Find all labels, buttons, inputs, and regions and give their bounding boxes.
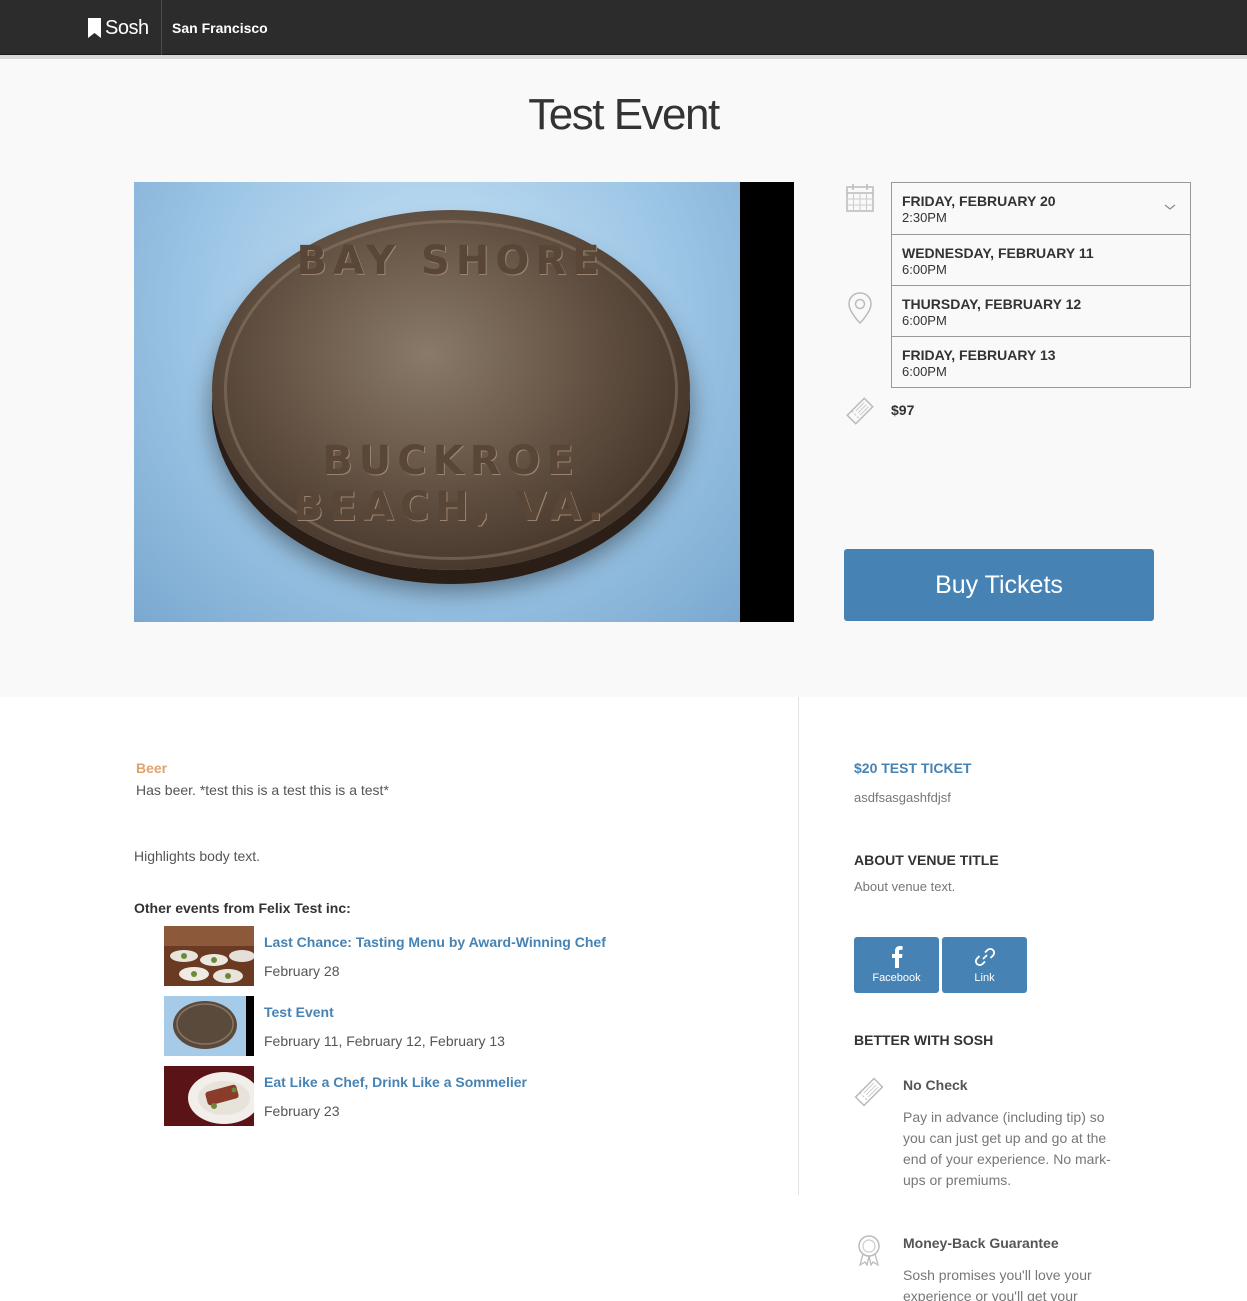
highlight-tag-text: Has beer. *test this is a test this is a… [136,782,389,798]
share-facebook-button[interactable]: Facebook [854,937,939,993]
date-day: WEDNESDAY, FEBRUARY 11 [902,245,1094,261]
bookmark-icon [88,18,101,38]
event-link[interactable]: Last Chance: Tasting Menu by Award-Winni… [264,934,606,950]
venue-title: ABOUT VENUE TITLE [854,852,999,868]
perk-text: Sosh promises you'll love your experienc… [903,1267,1092,1301]
coin-text-top: BAY SHORE [296,238,606,284]
date-time: 6:00PM [902,262,947,277]
date-selector[interactable]: FRIDAY, FEBRUARY 20 2:30PM WEDNESDAY, FE… [891,182,1191,388]
event-date: February 11, February 12, February 13 [264,1033,505,1049]
better-with-sosh-heading: BETTER WITH SOSH [854,1032,994,1048]
event-date: February 23 [264,1103,340,1119]
facebook-icon [891,946,903,968]
ticket-price: $97 [891,402,915,418]
date-option-selected[interactable]: FRIDAY, FEBRUARY 20 2:30PM [892,183,1190,234]
column-divider [798,697,799,1195]
coin-text-bottom: BUCKROE BEACH, VA. [293,438,609,530]
venue-text: About venue text. [854,879,956,894]
list-item[interactable]: Eat Like a Chef, Drink Like a Sommelier … [164,1066,684,1126]
event-thumbnail[interactable] [164,1066,254,1126]
event-link[interactable]: Eat Like a Chef, Drink Like a Sommelier [264,1074,527,1090]
event-date: February 28 [264,963,340,979]
date-option[interactable]: THURSDAY, FEBRUARY 12 6:00PM [892,285,1190,336]
date-time: 6:00PM [902,313,947,328]
perk-title: No Check [903,1077,968,1093]
sosh-logo[interactable]: Sosh [88,16,149,40]
date-day: THURSDAY, FEBRUARY 12 [902,296,1082,312]
date-option[interactable]: WEDNESDAY, FEBRUARY 11 6:00PM [892,234,1190,285]
date-day: FRIDAY, FEBRUARY 13 [902,347,1056,363]
calendar-icon [846,184,874,212]
share-link-button[interactable]: Link [942,937,1027,993]
list-item[interactable]: Last Chance: Tasting Menu by Award-Winni… [164,926,684,986]
ticket-icon [853,1076,885,1113]
ticket-icon [845,396,875,426]
share-facebook-label: Facebook [872,972,921,984]
highlights-body: Highlights body text. [134,848,261,864]
date-time: 6:00PM [902,364,947,379]
highlight-tag-beer: Beer [136,760,168,776]
coin-image: BAY SHORE BUCKROE BEACH, VA. [212,210,690,570]
logo-text: Sosh [105,16,149,39]
event-thumbnail[interactable] [164,926,254,986]
chevron-down-icon[interactable] [1164,203,1176,211]
list-item[interactable]: Test Event February 11, February 12, Feb… [164,996,684,1056]
ticket-type-description: asdfsasgashfdjsf [854,790,951,805]
page-title: Test Event [528,90,720,139]
perk-text: Pay in advance (including tip) so you ca… [903,1109,1111,1188]
event-thumbnail[interactable] [164,996,254,1056]
date-day: FRIDAY, FEBRUARY 20 [902,193,1056,209]
link-icon [974,947,995,967]
other-events-heading: Other events from Felix Test inc: [134,900,351,916]
location-pin-icon [848,292,872,324]
ticket-type-title: $20 TEST TICKET [854,760,972,776]
event-link[interactable]: Test Event [264,1004,334,1020]
top-nav-bar: Sosh San Francisco [0,0,1247,55]
buy-tickets-button[interactable]: Buy Tickets [844,549,1154,621]
perk-title: Money-Back Guarantee [903,1235,1059,1251]
nav-divider [161,0,162,55]
award-ribbon-icon [855,1234,883,1271]
share-link-label: Link [974,972,995,984]
date-time: 2:30PM [902,210,947,225]
city-selector[interactable]: San Francisco [172,20,268,36]
date-option[interactable]: FRIDAY, FEBRUARY 13 6:00PM [892,336,1190,387]
event-photo: BAY SHORE BUCKROE BEACH, VA. [134,182,794,622]
